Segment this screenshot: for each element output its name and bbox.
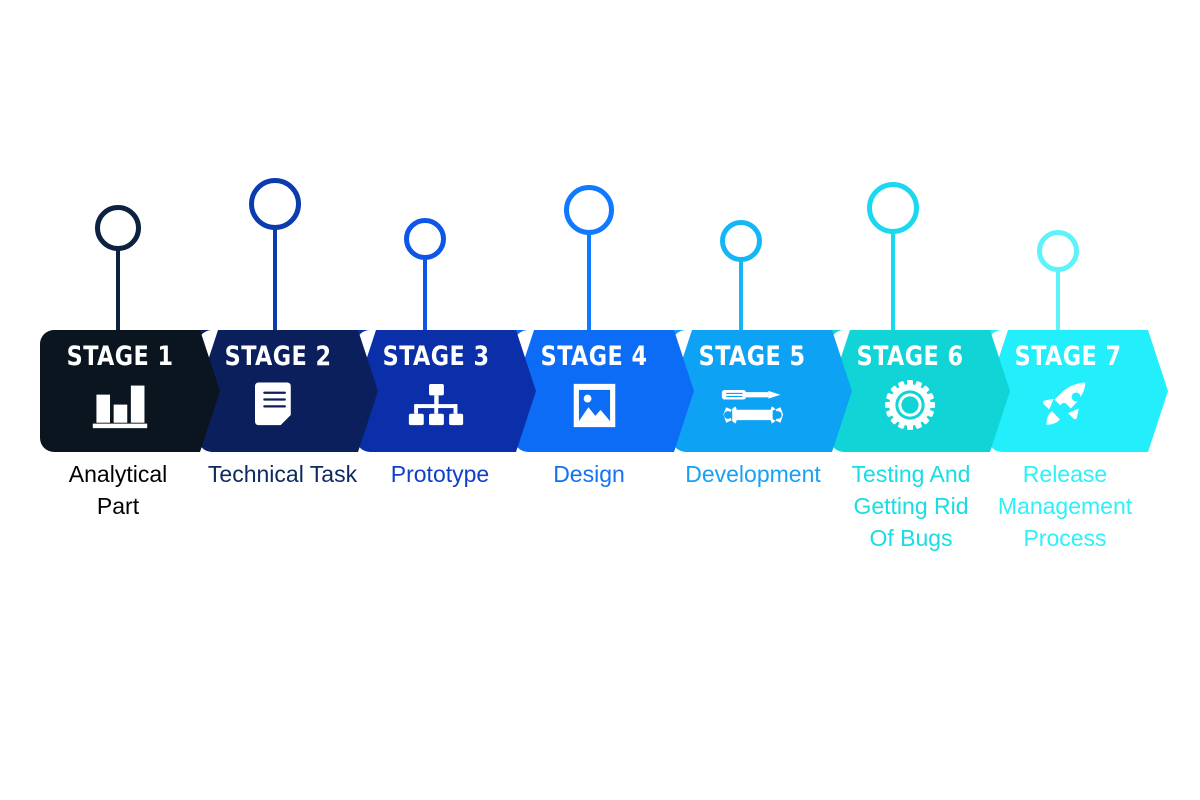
pin-circle-icon: [404, 218, 446, 260]
pin-circle-icon: [867, 182, 919, 234]
stage-pin-marker-6: [853, 182, 933, 330]
stage-bar-shape: [672, 330, 852, 452]
stage-bar-shape: [830, 330, 1010, 452]
stage-bar-6[interactable]: STAGE 6: [830, 330, 1010, 452]
stage-pin-marker-5: [701, 220, 781, 330]
stage-bars-layer: STAGE 1 STAGE 2 STAGE 3 STAGE 4 STAGE 5 …: [0, 330, 1200, 455]
stage-bar-shape: [514, 330, 694, 452]
stage-caption-3: Prototype: [390, 461, 490, 487]
pin-markers-layer: [0, 0, 1200, 340]
stage-bar-shape: [988, 330, 1168, 452]
pin-stem: [891, 232, 895, 330]
stage-pin-marker-7: [1018, 230, 1098, 330]
stage-bar-4[interactable]: STAGE 4: [514, 330, 694, 452]
pin-stem: [587, 233, 591, 330]
stage-caption-2: Technical Task: [207, 461, 358, 487]
stage-caption-1: Analytical Part: [68, 461, 168, 519]
stage-caption-5: Development: [685, 461, 821, 487]
stage-bar-shape: [356, 330, 536, 452]
stage-bar-shape: [198, 330, 378, 452]
pin-circle-icon: [564, 185, 614, 235]
pin-circle-icon: [1037, 230, 1079, 272]
stage-bar-shape: [40, 330, 220, 452]
pin-stem: [273, 228, 277, 330]
pin-stem: [423, 258, 427, 330]
pin-stem: [1056, 270, 1060, 330]
stage-caption-6: Testing And Getting Rid Of Bugs: [851, 461, 971, 551]
stage-bar-7[interactable]: STAGE 7: [988, 330, 1168, 452]
pin-circle-icon: [720, 220, 762, 262]
stage-bar-2[interactable]: STAGE 2: [198, 330, 378, 452]
stage-pin-marker-2: [235, 178, 315, 330]
stage-pin-marker-3: [385, 218, 465, 330]
stage-pin-marker-4: [549, 185, 629, 330]
stage-caption-7: Release Management Process: [997, 461, 1133, 551]
pin-circle-icon: [95, 205, 141, 251]
stage-pin-marker-1: [78, 205, 158, 330]
process-stages-infographic: STAGE 1 STAGE 2 STAGE 3 STAGE 4 STAGE 5 …: [0, 0, 1200, 800]
pin-circle-icon: [249, 178, 301, 230]
stage-caption-4: Design: [553, 461, 625, 487]
pin-stem: [739, 260, 743, 330]
stage-bar-3[interactable]: STAGE 3: [356, 330, 536, 452]
stage-bar-1[interactable]: STAGE 1: [40, 330, 220, 452]
stage-captions-layer: Analytical Part Technical Task Prototype De…: [0, 458, 1200, 598]
stage-bar-5[interactable]: STAGE 5: [672, 330, 852, 452]
pin-stem: [116, 249, 120, 330]
